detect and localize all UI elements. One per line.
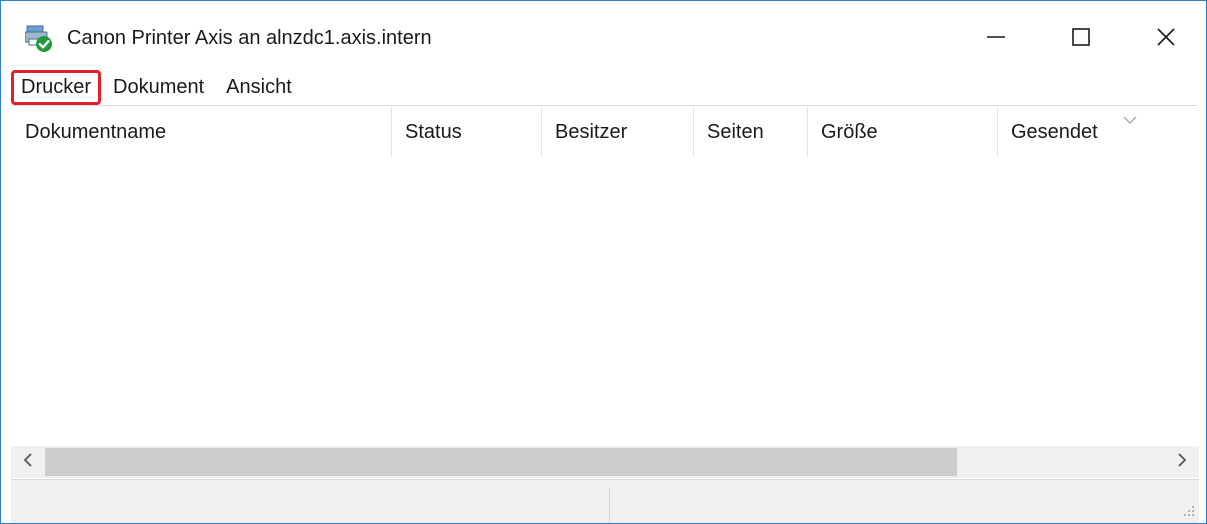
column-header-besitzer[interactable]: Besitzer: [541, 107, 693, 157]
maximize-icon: [1071, 27, 1091, 47]
printer-queue-icon: [24, 25, 53, 53]
scroll-thumb[interactable]: [45, 448, 957, 476]
sort-chevron-down-icon: [1123, 111, 1137, 129]
title-bar[interactable]: Canon Printer Axis an alnzdc1.axis.inter…: [1, 1, 1206, 65]
column-header-seiten[interactable]: Seiten: [693, 107, 807, 157]
column-header-gesendet[interactable]: Gesendet: [997, 107, 1199, 157]
column-header-row: Dokumentname Status Besitzer Seiten Größ…: [11, 107, 1199, 157]
resize-grip-icon[interactable]: [1183, 504, 1195, 522]
menu-bar: Drucker Dokument Ansicht: [10, 68, 306, 106]
menu-divider: [11, 105, 1197, 106]
chevron-right-icon: [1177, 452, 1187, 472]
menu-item-dokument[interactable]: Dokument: [105, 72, 212, 103]
column-header-status[interactable]: Status: [391, 107, 541, 157]
close-icon: [1156, 27, 1176, 47]
maximize-button[interactable]: [1041, 7, 1121, 67]
menu-item-drucker[interactable]: Drucker: [10, 69, 102, 105]
minimize-button[interactable]: [956, 7, 1036, 67]
window-title: Canon Printer Axis an alnzdc1.axis.inter…: [67, 27, 432, 49]
minimize-icon: [986, 27, 1006, 47]
print-job-list[interactable]: Dokumentname Status Besitzer Seiten Größ…: [11, 107, 1199, 447]
print-queue-window: Canon Printer Axis an alnzdc1.axis.inter…: [0, 0, 1207, 524]
status-divider: [609, 488, 610, 523]
horizontal-scrollbar[interactable]: [11, 446, 1199, 478]
menu-item-ansicht[interactable]: Ansicht: [218, 72, 300, 103]
scroll-left-button[interactable]: [11, 446, 45, 478]
close-button[interactable]: [1126, 7, 1206, 67]
column-header-groesse[interactable]: Größe: [807, 107, 997, 157]
status-bar: [11, 479, 1199, 523]
column-header-dokumentname[interactable]: Dokumentname: [11, 107, 391, 157]
chevron-left-icon: [23, 452, 33, 472]
scroll-right-button[interactable]: [1165, 446, 1199, 478]
